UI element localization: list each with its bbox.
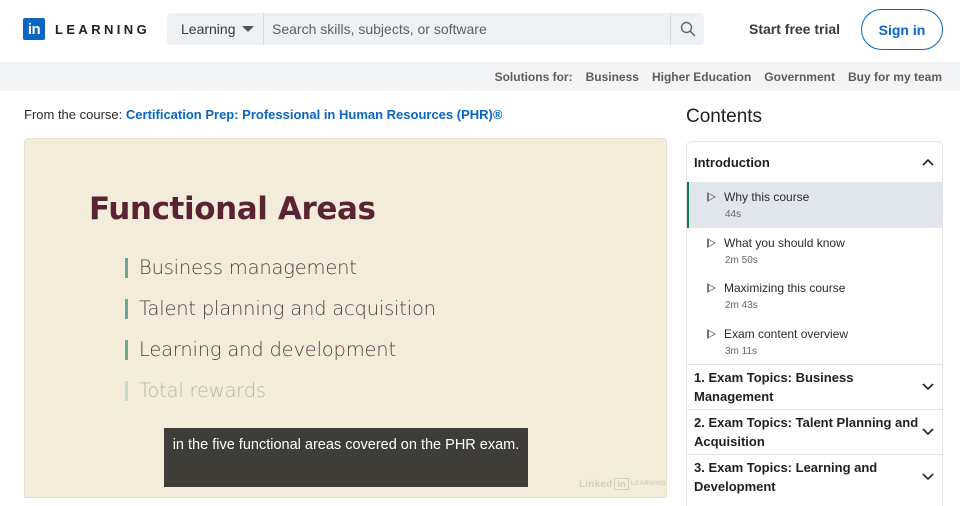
lesson-title: Maximizing this course [724, 281, 846, 295]
solutions-link-business[interactable]: Business [586, 70, 639, 84]
slide-bullet: Business management [125, 247, 436, 288]
search-category-dropdown[interactable]: Learning [167, 13, 264, 45]
watermark-in: in [614, 478, 629, 490]
caret-down-icon [241, 26, 254, 32]
chapter-title: 2. Exam Topics: Talent Planning and Acqu… [694, 414, 919, 450]
chevron-up-icon [922, 158, 934, 166]
search-button[interactable] [670, 13, 704, 45]
chapter-introduction-toggle[interactable]: Introduction [687, 142, 942, 182]
bullet-bar [125, 298, 128, 319]
lesson-item[interactable]: What you should know 2m 50s [687, 228, 942, 274]
bullet-bar [125, 339, 128, 360]
solutions-nav: Solutions for: Business Higher Education… [0, 62, 960, 91]
top-header: in LEARNING Learning Start free trial Si… [0, 0, 960, 62]
course-title-link[interactable]: Certification Prep: Professional in Huma… [126, 107, 503, 122]
solutions-link-government[interactable]: Government [764, 70, 835, 84]
watermark-suffix: LEARNING [630, 481, 667, 487]
search-category-label: Learning [181, 21, 236, 37]
course-prefix: From the course: [24, 107, 123, 122]
start-free-trial-link[interactable]: Start free trial [749, 21, 840, 37]
bullet-text: Total rewards [139, 379, 266, 402]
chapter-toggle[interactable]: 1. Exam Topics: Business Management [687, 364, 942, 409]
play-icon [707, 283, 716, 293]
video-caption: in the five functional areas covered on … [164, 428, 528, 487]
bullet-text: Business management [139, 256, 357, 279]
bullet-text: Learning and development [139, 338, 396, 361]
lesson-item[interactable]: Exam content overview 3m 11s [687, 319, 942, 365]
sign-in-button[interactable]: Sign in [861, 9, 943, 50]
lesson-duration: 2m 43s [725, 300, 758, 311]
chevron-down-icon [922, 473, 934, 481]
chapter-title: 1. Exam Topics: Business Management [694, 369, 854, 405]
bullet-bar [125, 257, 128, 278]
chapter-title: Introduction [694, 154, 770, 170]
lesson-title: What you should know [724, 235, 845, 250]
lesson-title: Exam content overview [724, 326, 849, 341]
course-breadcrumb: From the course: Certification Prep: Pro… [24, 107, 502, 122]
search-input[interactable] [264, 13, 670, 45]
slide-bullet: Total rewards [125, 370, 436, 411]
contents-heading: Contents [686, 106, 763, 127]
slide-bullet-list: Business management Talent planning and … [125, 247, 436, 411]
bullet-text: Talent planning and acquisition [139, 297, 436, 320]
solutions-label: Solutions for: [494, 69, 573, 84]
watermark-text: Linked [579, 478, 613, 490]
video-player[interactable]: Functional Areas Business management Tal… [24, 138, 667, 498]
lesson-duration: 3m 11s [725, 345, 758, 357]
logo-text: LEARNING [55, 21, 151, 37]
lesson-duration: 2m 50s [725, 254, 758, 266]
linkedin-learning-logo[interactable]: in LEARNING [23, 18, 150, 40]
slide-title: Functional Areas [89, 191, 376, 227]
slide-bullet: Talent planning and acquisition [125, 288, 436, 329]
linkedin-icon: in [23, 18, 45, 40]
play-icon [707, 328, 716, 339]
search-icon [680, 21, 695, 37]
slide-bullet: Learning and development [125, 329, 436, 370]
search-bar: Learning [167, 13, 704, 45]
play-icon [707, 192, 716, 202]
solutions-link-buy-for-team[interactable]: Buy for my team [848, 70, 942, 84]
chapter-toggle[interactable]: 3. Exam Topics: Learning and Development [687, 454, 942, 499]
lesson-item-active[interactable]: Why this course 44s [687, 182, 942, 228]
play-icon [707, 237, 716, 248]
chevron-down-icon [922, 428, 934, 436]
contents-panel: Introduction Why this course 44s What yo… [686, 141, 943, 506]
chevron-down-icon [922, 383, 934, 391]
solutions-link-higher-education[interactable]: Higher Education [652, 70, 751, 84]
chapter-title: 3. Exam Topics: Learning and Development [694, 459, 878, 495]
lesson-title: Why this course [724, 190, 810, 204]
lesson-duration: 44s [725, 209, 742, 220]
bullet-bar [125, 380, 128, 401]
lesson-item[interactable]: Maximizing this course 2m 43s [687, 273, 942, 319]
linkedin-learning-watermark: Linked in LEARNING [579, 478, 666, 490]
chapter-toggle[interactable]: 2. Exam Topics: Talent Planning and Acqu… [687, 409, 942, 454]
